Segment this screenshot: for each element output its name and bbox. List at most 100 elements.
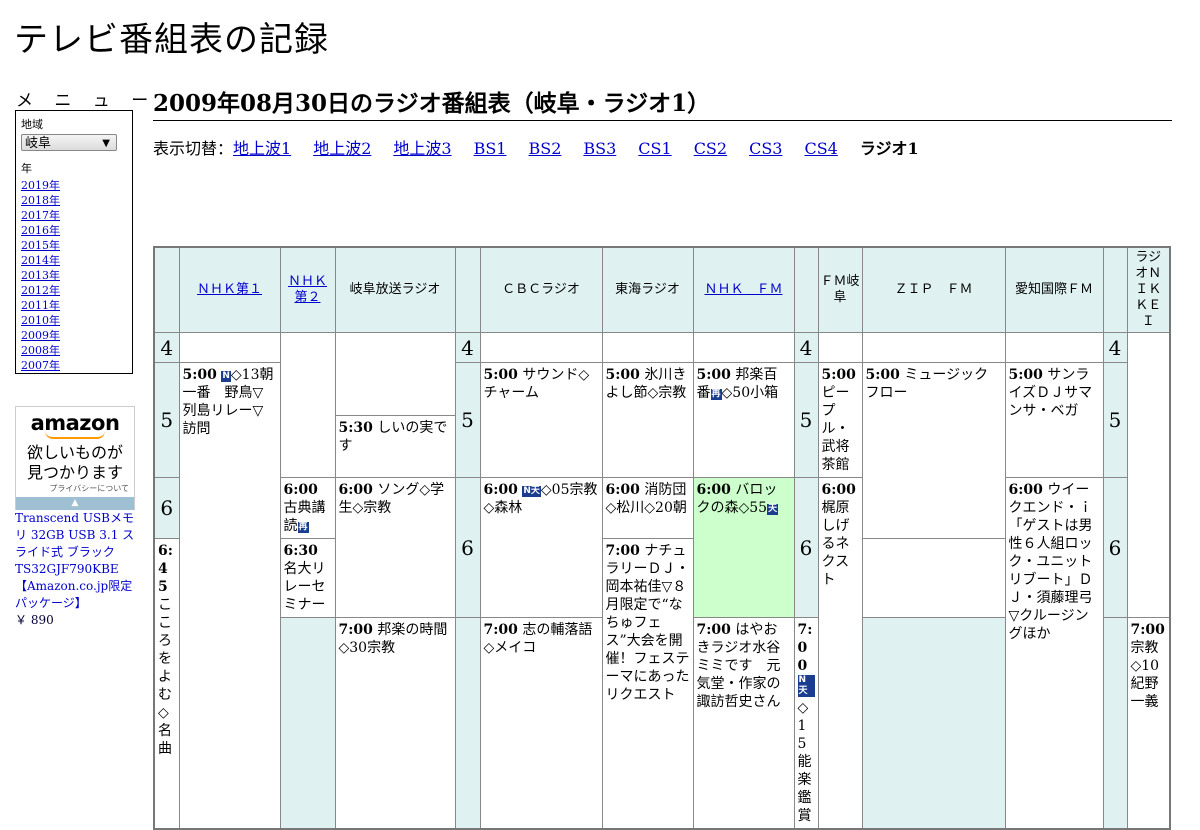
ad-product-link[interactable]: Transcend USBメモリ 32GB USB 3.1 スライド式 ブラック… <box>15 511 134 610</box>
year-link-2008[interactable]: 2008年 <box>21 343 127 358</box>
program-time: 6:00 <box>283 482 318 498</box>
weather-badge-icon: 天 <box>767 504 779 515</box>
program-title: ◇15能楽鑑賞 <box>797 700 812 824</box>
station-header-tokai: 東海ラジオ <box>601 246 694 333</box>
program-title: 梶原しげるネクスト <box>821 500 850 588</box>
switch-link-chijo3[interactable]: 地上波3 <box>393 139 451 158</box>
station-link-nhk2[interactable]: ＮＨＫ第２ <box>288 274 327 305</box>
program-time: 7:00 <box>1130 622 1165 638</box>
hour-label: 6 <box>454 477 481 618</box>
program-cell[interactable]: 7:00 宗教◇10紀野一義 <box>1126 617 1171 830</box>
station-link-nhk1[interactable]: ＮＨＫ第１ <box>197 282 262 297</box>
switch-link-cs3[interactable]: CS3 <box>749 139 782 158</box>
switch-link-cs4[interactable]: CS4 <box>804 139 837 158</box>
program-cell[interactable]: 6:00 N天◇05宗教◇森林 <box>479 477 603 618</box>
region-select[interactable]: 岐阜 ▼ <box>21 134 117 151</box>
program-cell-empty <box>817 332 863 363</box>
program-cell-empty <box>279 332 336 478</box>
program-cell[interactable]: 7:00 邦楽の時間◇30宗教 <box>334 617 456 830</box>
year-link-2013[interactable]: 2013年 <box>21 268 127 283</box>
news-weather-badge-icon: N天 <box>522 486 541 497</box>
news-weather-badge-icon: N天 <box>797 675 815 697</box>
switch-link-chijo1[interactable]: 地上波1 <box>233 139 291 158</box>
switch-link-cs2[interactable]: CS2 <box>694 139 727 158</box>
program-grid: ＮＨＫ第１ ＮＨＫ第２ 岐阜放送ラジオ ＣＢＣラジオ 東海ラジオ ＮＨＫ ＦＭ … <box>153 246 1171 830</box>
program-cell[interactable]: 5:00 ミュージックフロー <box>861 362 1006 539</box>
ad-privacy-link[interactable]: プライバシーについて <box>16 483 134 494</box>
program-cell[interactable]: 6:00 ソング◇学生◇宗教 <box>334 477 456 618</box>
program-cell[interactable]: 7:00 N天◇15能楽鑑賞 <box>793 617 819 830</box>
program-cell[interactable]: 7:00 ナチュラリーＤＪ・岡本祐佳▽８月限定で“なちゅフェス”大会を開催！フェ… <box>601 538 694 830</box>
switch-link-bs3[interactable]: BS3 <box>583 139 616 158</box>
region-select-value: 岐阜 <box>25 136 52 151</box>
program-time: 5:00 <box>1008 367 1043 383</box>
program-cell[interactable]: 6:00 ウイークエンド・ｉ「ゲストは男性６人組ロック・ユニット リブート」ＤＪ… <box>1004 477 1104 830</box>
program-cell[interactable]: 5:00 ピープル・武将茶館 <box>817 362 863 478</box>
hour-label: 4 <box>454 332 481 363</box>
switch-link-bs2[interactable]: BS2 <box>528 139 561 158</box>
year-link-2007[interactable]: 2007年 <box>21 358 127 373</box>
year-link-2009[interactable]: 2009年 <box>21 328 127 343</box>
switch-link-cs1[interactable]: CS1 <box>638 139 671 158</box>
year-link-2019[interactable]: 2019年 <box>21 178 127 193</box>
program-title: こころをよむ◇名曲 <box>158 597 172 757</box>
program-cell[interactable]: 6:00 古典講読再 <box>279 477 336 539</box>
ad-message-2: 見つかります <box>26 463 123 482</box>
station-link-nhkfm[interactable]: ＮＨＫ ＦＭ <box>704 282 782 297</box>
program-time: 7:00 <box>338 622 373 638</box>
program-time: 6:00 <box>821 482 856 498</box>
program-cell[interactable]: 5:30 しいの実です <box>334 415 456 478</box>
program-time: 7:00 <box>605 543 640 559</box>
program-cell[interactable]: 7:00 志の輔落語◇メイコ <box>479 617 603 830</box>
year-link-2011[interactable]: 2011年 <box>21 298 127 313</box>
year-link-2015[interactable]: 2015年 <box>21 238 127 253</box>
station-header-aichi: 愛知国際ＦＭ <box>1004 246 1104 333</box>
hour-header-spacer <box>454 246 481 333</box>
program-cell[interactable]: 6:00 消防団◇松川◇20朝 <box>601 477 694 539</box>
switch-link-bs1[interactable]: BS1 <box>474 139 507 158</box>
program-time: 6:45 <box>158 543 173 595</box>
program-cell[interactable]: 6:45 こころをよむ◇名曲 <box>153 538 180 830</box>
program-time: 6:00 <box>696 482 731 498</box>
station-header-nhk1[interactable]: ＮＨＫ第１ <box>178 246 281 333</box>
amazon-ad-banner[interactable]: amazon 欲しいものが 見つかります プライバシーについて ▲ <box>15 406 135 510</box>
rebroadcast-badge-icon: 再 <box>710 389 722 400</box>
station-header-cbc: ＣＢＣラジオ <box>479 246 603 333</box>
program-cell[interactable]: 5:00 サウンド◇チャーム <box>479 362 603 478</box>
corner-cell <box>153 246 180 333</box>
program-title-cont: ◇50小箱 <box>721 385 779 401</box>
station-header-nikkei: ラジオＮＩＫＫＥＩ <box>1126 246 1171 333</box>
hour-label-7 <box>279 617 336 830</box>
station-header-nhk2[interactable]: ＮＨＫ第２ <box>279 246 336 333</box>
program-time: 6:00 <box>338 482 373 498</box>
ad-carousel-arrow-icon[interactable]: ▲ <box>16 497 134 510</box>
hour-label: 6 <box>1102 477 1128 618</box>
program-cell[interactable]: 7:00 はやおきラジオ水谷ミミです 元気堂・作家の諏訪哲史さん <box>692 617 795 830</box>
site-title: テレビ番組表の記録 <box>14 20 329 60</box>
program-cell[interactable]: 6:30 名大リレーセミナー <box>279 538 336 618</box>
year-link-2018[interactable]: 2018年 <box>21 193 127 208</box>
year-link-2012[interactable]: 2012年 <box>21 283 127 298</box>
switch-link-chijo2[interactable]: 地上波2 <box>313 139 371 158</box>
program-cell[interactable]: 5:00 氷川きよし節◇宗教 <box>601 362 694 478</box>
hour-label: 4 <box>1102 332 1128 363</box>
hour-label: 5 <box>153 362 180 478</box>
program-cell[interactable]: 5:00 サンライズＤＪサマンサ・ベガ <box>1004 362 1104 478</box>
hour-label-7 <box>454 617 481 830</box>
program-time: 5:00 <box>865 367 900 383</box>
program-time: 5:00 <box>483 367 518 383</box>
page-title: 2009年08月30日のラジオ番組表（岐阜・ラジオ1） <box>153 84 1172 121</box>
ad-product[interactable]: Transcend USBメモリ 32GB USB 3.1 スライド式 ブラック… <box>15 510 137 629</box>
menu-box: 地域 岐阜 ▼ 年 2019年 2018年 2017年 2016年 2015年 2… <box>15 110 133 374</box>
year-link-2010[interactable]: 2010年 <box>21 313 127 328</box>
program-cell[interactable]: 5:00 邦楽百番再◇50小箱 <box>692 362 795 478</box>
program-cell-highlighted[interactable]: 6:00 バロックの森◇55天 <box>692 477 795 618</box>
year-link-2016[interactable]: 2016年 <box>21 223 127 238</box>
program-cell[interactable]: 6:00 梶原しげるネクスト <box>817 477 863 830</box>
station-header-gifu: 岐阜放送ラジオ <box>334 246 456 333</box>
station-header-nhkfm[interactable]: ＮＨＫ ＦＭ <box>692 246 795 333</box>
year-link-2014[interactable]: 2014年 <box>21 253 127 268</box>
hour-label: 4 <box>793 332 819 363</box>
year-link-2017[interactable]: 2017年 <box>21 208 127 223</box>
program-cell[interactable]: 5:00 N◇13朝一番 野鳥▽列島リレー▽訪問 <box>178 362 281 830</box>
